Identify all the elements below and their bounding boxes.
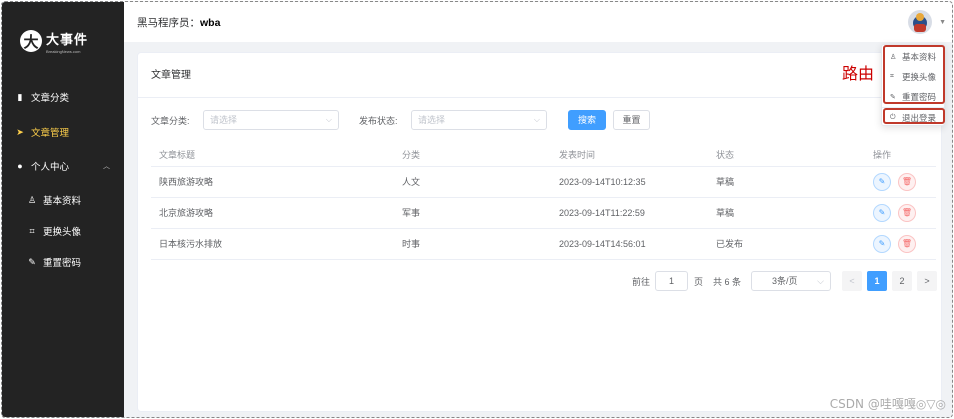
pagination-page-2[interactable]: 2: [892, 271, 912, 291]
sidebar-item-label: 基本资料: [43, 196, 82, 207]
pagination-page-1[interactable]: 1: [867, 271, 887, 291]
column-header: 发表时间: [559, 144, 716, 167]
cell-state: 已发布: [716, 228, 873, 260]
sidebar-item-user-center[interactable]: ● 个人中心 ︿: [2, 153, 124, 179]
trash-icon: 🗑: [901, 177, 913, 186]
document-icon: ▮: [17, 91, 23, 102]
cell-actions: ✎ 🗑: [873, 166, 936, 198]
sidebar-item-user-info[interactable]: ♙ 基本资料: [2, 187, 124, 213]
user-icon: ●: [17, 161, 23, 171]
logo-title: 大事件: [46, 32, 89, 48]
sidebar-item-article-manage[interactable]: ➤ 文章管理: [2, 119, 124, 145]
column-header: 分类: [402, 144, 559, 167]
chevron-down-icon: ⌵: [533, 115, 540, 124]
edit-button[interactable]: ✎: [873, 234, 891, 253]
delete-button[interactable]: 🗑: [898, 234, 916, 253]
chevron-up-icon: ︿: [103, 163, 110, 170]
header-username: wba: [200, 17, 221, 29]
header-user-prefix: 黑马程序员：: [137, 17, 200, 29]
sidebar-item-label: 文章分类: [31, 93, 70, 104]
edit-icon: ✎: [28, 256, 36, 267]
app-window: 大 大事件 BreakingNews.com ▮ 文章分类 ➤ 文章管理 ● 个…: [1, 1, 953, 418]
reset-button[interactable]: 重置: [613, 110, 650, 130]
cell-time: 2023-09-14T10:12:35: [559, 166, 716, 198]
annotation-highlight-box: [883, 108, 945, 124]
sidebar-item-user-avatar[interactable]: ⌗ 更换头像: [2, 218, 124, 244]
edit-button[interactable]: ✎: [873, 172, 891, 191]
column-header: 状态: [716, 144, 873, 167]
pagination-page-label: 页: [694, 277, 704, 287]
category-select[interactable]: 请选择 ⌵: [203, 110, 339, 130]
pagination-goto-label: 前往: [632, 277, 651, 287]
table-row: 北京旅游攻略 军事 2023-09-14T11:22:59 草稿 ✎ 🗑: [151, 197, 936, 229]
cell-state: 草稿: [716, 166, 873, 198]
category-select-placeholder: 请选择: [210, 115, 238, 125]
table-row: 日本核污水排放 时事 2023-09-14T14:56:01 已发布 ✎ 🗑: [151, 228, 936, 260]
article-table: 文章标题 分类 发表时间 状态 操作 陕西旅游攻略 人文 2023-09-14T…: [151, 144, 936, 260]
cell-time: 2023-09-14T11:22:59: [559, 197, 716, 229]
table-header-row: 文章标题 分类 发表时间 状态 操作: [151, 144, 936, 167]
paper-plane-icon: ➤: [16, 126, 24, 137]
cell-title: 陕西旅游攻略: [151, 166, 402, 198]
crop-icon: ⌗: [29, 225, 35, 236]
pagination-prev-button[interactable]: <: [842, 271, 862, 291]
header-user: 黑马程序员：wba: [137, 15, 220, 30]
sidebar-item-article-category[interactable]: ▮ 文章分类: [2, 84, 124, 110]
cell-actions: ✎ 🗑: [873, 197, 936, 229]
annotation-label: 路由: [842, 64, 875, 83]
pagination-total: 共 6 条: [713, 277, 742, 287]
page-size-select[interactable]: 3条/页 ⌵: [751, 271, 831, 291]
cell-actions: ✎ 🗑: [873, 228, 936, 260]
search-button[interactable]: 搜索: [568, 110, 606, 130]
chevron-down-icon: ⌵: [817, 276, 824, 286]
delete-button[interactable]: 🗑: [898, 203, 916, 222]
sidebar-item-user-password[interactable]: ✎ 重置密码: [2, 249, 124, 275]
caret-down-icon[interactable]: ▼: [939, 19, 946, 26]
edit-icon: ✎: [878, 177, 886, 186]
edit-icon: ✎: [878, 239, 886, 248]
sidebar: 大 大事件 BreakingNews.com ▮ 文章分类 ➤ 文章管理 ● 个…: [2, 2, 124, 417]
logo-mark-icon: 大: [20, 30, 42, 52]
cell-state: 草稿: [716, 197, 873, 229]
cell-time: 2023-09-14T14:56:01: [559, 228, 716, 260]
page-size-value: 3条/页: [772, 276, 798, 286]
table-row: 陕西旅游攻略 人文 2023-09-14T10:12:35 草稿 ✎ 🗑: [151, 166, 936, 198]
pagination-next-button[interactable]: >: [917, 271, 937, 291]
cell-category: 人文: [402, 166, 559, 198]
category-filter-label: 文章分类:: [151, 116, 190, 126]
trash-icon: 🗑: [901, 208, 913, 217]
cell-title: 北京旅游攻略: [151, 197, 402, 229]
sidebar-item-label: 重置密码: [43, 258, 82, 269]
edit-button[interactable]: ✎: [873, 203, 891, 222]
state-select-placeholder: 请选择: [418, 115, 446, 125]
page-title: 文章管理: [138, 53, 941, 98]
sidebar-item-label: 文章管理: [31, 128, 70, 139]
delete-button[interactable]: 🗑: [898, 172, 916, 191]
state-select[interactable]: 请选择 ⌵: [411, 110, 547, 130]
column-header: 文章标题: [151, 144, 402, 167]
column-header: 操作: [873, 144, 936, 167]
top-header: 黑马程序员：wba ▼: [124, 2, 952, 42]
user-outline-icon: ♙: [27, 194, 37, 205]
trash-icon: 🗑: [901, 239, 913, 248]
logo-subtitle: BreakingNews.com: [46, 48, 81, 54]
state-filter-label: 发布状态:: [359, 116, 398, 126]
cell-category: 军事: [402, 197, 559, 229]
edit-icon: ✎: [878, 208, 886, 217]
annotation-highlight-box: [883, 45, 945, 104]
cell-category: 时事: [402, 228, 559, 260]
pagination-goto-input[interactable]: 1: [655, 271, 688, 291]
chevron-down-icon: ⌵: [325, 115, 332, 124]
avatar[interactable]: [908, 10, 932, 34]
article-manage-card: 文章管理 文章分类: 请选择 ⌵ 发布状态: 请选择 ⌵ 搜索 重置 文章标题 …: [137, 52, 942, 412]
sidebar-item-label: 更换头像: [43, 227, 82, 238]
cell-title: 日本核污水排放: [151, 228, 402, 260]
watermark: CSDN @哇嘎嘎◎▽◎: [829, 397, 946, 411]
logo: 大 大事件 BreakingNews.com: [20, 22, 110, 60]
sidebar-item-label: 个人中心: [31, 162, 70, 173]
